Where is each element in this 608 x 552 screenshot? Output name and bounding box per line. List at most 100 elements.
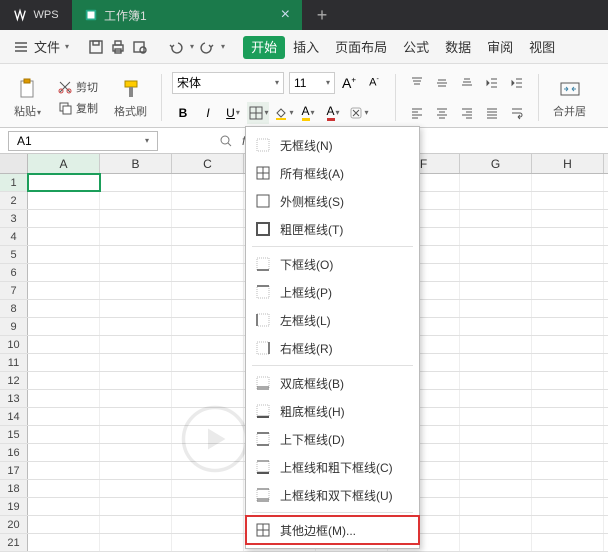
cell[interactable] — [172, 534, 244, 551]
clear-format-button[interactable]: ▾ — [347, 102, 369, 124]
bold-button[interactable]: B — [172, 102, 194, 124]
wrap-text-button[interactable] — [506, 102, 528, 124]
cell[interactable] — [100, 444, 172, 461]
column-header[interactable]: G — [460, 154, 532, 173]
border-menu-item[interactable]: 无框线(N) — [246, 131, 419, 159]
cell[interactable] — [460, 534, 532, 551]
cell[interactable] — [28, 390, 100, 407]
align-left-button[interactable] — [406, 102, 428, 124]
cell[interactable] — [532, 534, 604, 551]
print-preview-button[interactable] — [131, 38, 149, 56]
italic-button[interactable]: I — [197, 102, 219, 124]
font-family-combo[interactable]: 宋体▾ — [172, 72, 284, 94]
cell[interactable] — [172, 372, 244, 389]
cell[interactable] — [100, 246, 172, 263]
cell[interactable] — [100, 192, 172, 209]
cell[interactable] — [532, 228, 604, 245]
print-button[interactable] — [109, 38, 127, 56]
row-header[interactable]: 9 — [0, 318, 28, 335]
border-menu-item[interactable]: 所有框线(A) — [246, 159, 419, 187]
cell[interactable] — [460, 516, 532, 533]
cell[interactable] — [28, 498, 100, 515]
cell[interactable] — [100, 516, 172, 533]
tab-插入[interactable]: 插入 — [285, 36, 327, 59]
cell[interactable] — [28, 336, 100, 353]
cell[interactable] — [172, 390, 244, 407]
cell[interactable] — [532, 390, 604, 407]
cell[interactable] — [100, 372, 172, 389]
cell[interactable] — [100, 498, 172, 515]
border-menu-item[interactable]: 左框线(L) — [246, 306, 419, 334]
cell[interactable] — [28, 192, 100, 209]
cell[interactable] — [100, 462, 172, 479]
border-menu-item[interactable]: 双底框线(B) — [246, 369, 419, 397]
cell[interactable] — [100, 534, 172, 551]
border-menu-item[interactable]: 外侧框线(S) — [246, 187, 419, 215]
cell[interactable] — [28, 534, 100, 551]
border-menu-item[interactable]: 右框线(R) — [246, 334, 419, 362]
cell[interactable] — [460, 282, 532, 299]
cell[interactable] — [100, 390, 172, 407]
increase-indent-button[interactable] — [506, 72, 528, 94]
cell[interactable] — [460, 462, 532, 479]
cell[interactable] — [100, 318, 172, 335]
cell[interactable] — [100, 336, 172, 353]
align-top-button[interactable] — [406, 72, 428, 94]
close-tab-button[interactable]: × — [281, 6, 290, 24]
app-menu-button[interactable]: 文件▾ — [12, 37, 69, 56]
undo-button[interactable]: ▾ — [167, 38, 194, 56]
tab-审阅[interactable]: 审阅 — [479, 36, 521, 59]
cell[interactable] — [460, 426, 532, 443]
border-menu-item[interactable]: 上下框线(D) — [246, 425, 419, 453]
cell[interactable] — [460, 300, 532, 317]
cell[interactable] — [532, 426, 604, 443]
select-all-corner[interactable] — [0, 154, 28, 173]
border-menu-item[interactable]: 下框线(O) — [246, 250, 419, 278]
align-middle-button[interactable] — [431, 72, 453, 94]
cell[interactable] — [172, 462, 244, 479]
cell[interactable] — [460, 210, 532, 227]
redo-button[interactable]: ▾ — [198, 38, 225, 56]
cell[interactable] — [100, 228, 172, 245]
column-header[interactable]: H — [532, 154, 604, 173]
align-bottom-button[interactable] — [456, 72, 478, 94]
row-header[interactable]: 17 — [0, 462, 28, 479]
cell[interactable] — [28, 444, 100, 461]
align-center-button[interactable] — [431, 102, 453, 124]
cell[interactable] — [28, 354, 100, 371]
save-button[interactable] — [87, 38, 105, 56]
border-menu-item[interactable]: 上框线(P) — [246, 278, 419, 306]
tab-公式[interactable]: 公式 — [395, 36, 437, 59]
cell[interactable] — [532, 372, 604, 389]
cell[interactable] — [100, 210, 172, 227]
cell[interactable] — [532, 246, 604, 263]
cell[interactable] — [172, 300, 244, 317]
cell[interactable] — [532, 336, 604, 353]
increase-font-button[interactable]: A+ — [338, 72, 360, 94]
cell[interactable] — [532, 498, 604, 515]
paste-label[interactable]: 粘贴 — [14, 106, 36, 118]
cell[interactable] — [172, 228, 244, 245]
cell[interactable] — [28, 300, 100, 317]
column-header[interactable]: B — [100, 154, 172, 173]
cell[interactable] — [532, 192, 604, 209]
row-header[interactable]: 15 — [0, 426, 28, 443]
row-header[interactable]: 21 — [0, 534, 28, 551]
border-menu-item[interactable]: 粗匣框线(T) — [246, 215, 419, 243]
row-header[interactable]: 7 — [0, 282, 28, 299]
decrease-indent-button[interactable] — [481, 72, 503, 94]
cell[interactable] — [100, 282, 172, 299]
font-color-button[interactable]: A▾ — [322, 102, 344, 124]
cell[interactable] — [172, 210, 244, 227]
cell[interactable] — [532, 516, 604, 533]
cut-button[interactable]: 剪切 — [53, 77, 102, 97]
cell[interactable] — [28, 480, 100, 497]
cell[interactable] — [172, 264, 244, 281]
cell[interactable] — [172, 246, 244, 263]
cell[interactable] — [28, 318, 100, 335]
tab-页面布局[interactable]: 页面布局 — [327, 36, 395, 59]
zoom-icon[interactable] — [218, 133, 234, 149]
cell[interactable] — [100, 480, 172, 497]
cell[interactable] — [28, 210, 100, 227]
cell[interactable] — [28, 462, 100, 479]
